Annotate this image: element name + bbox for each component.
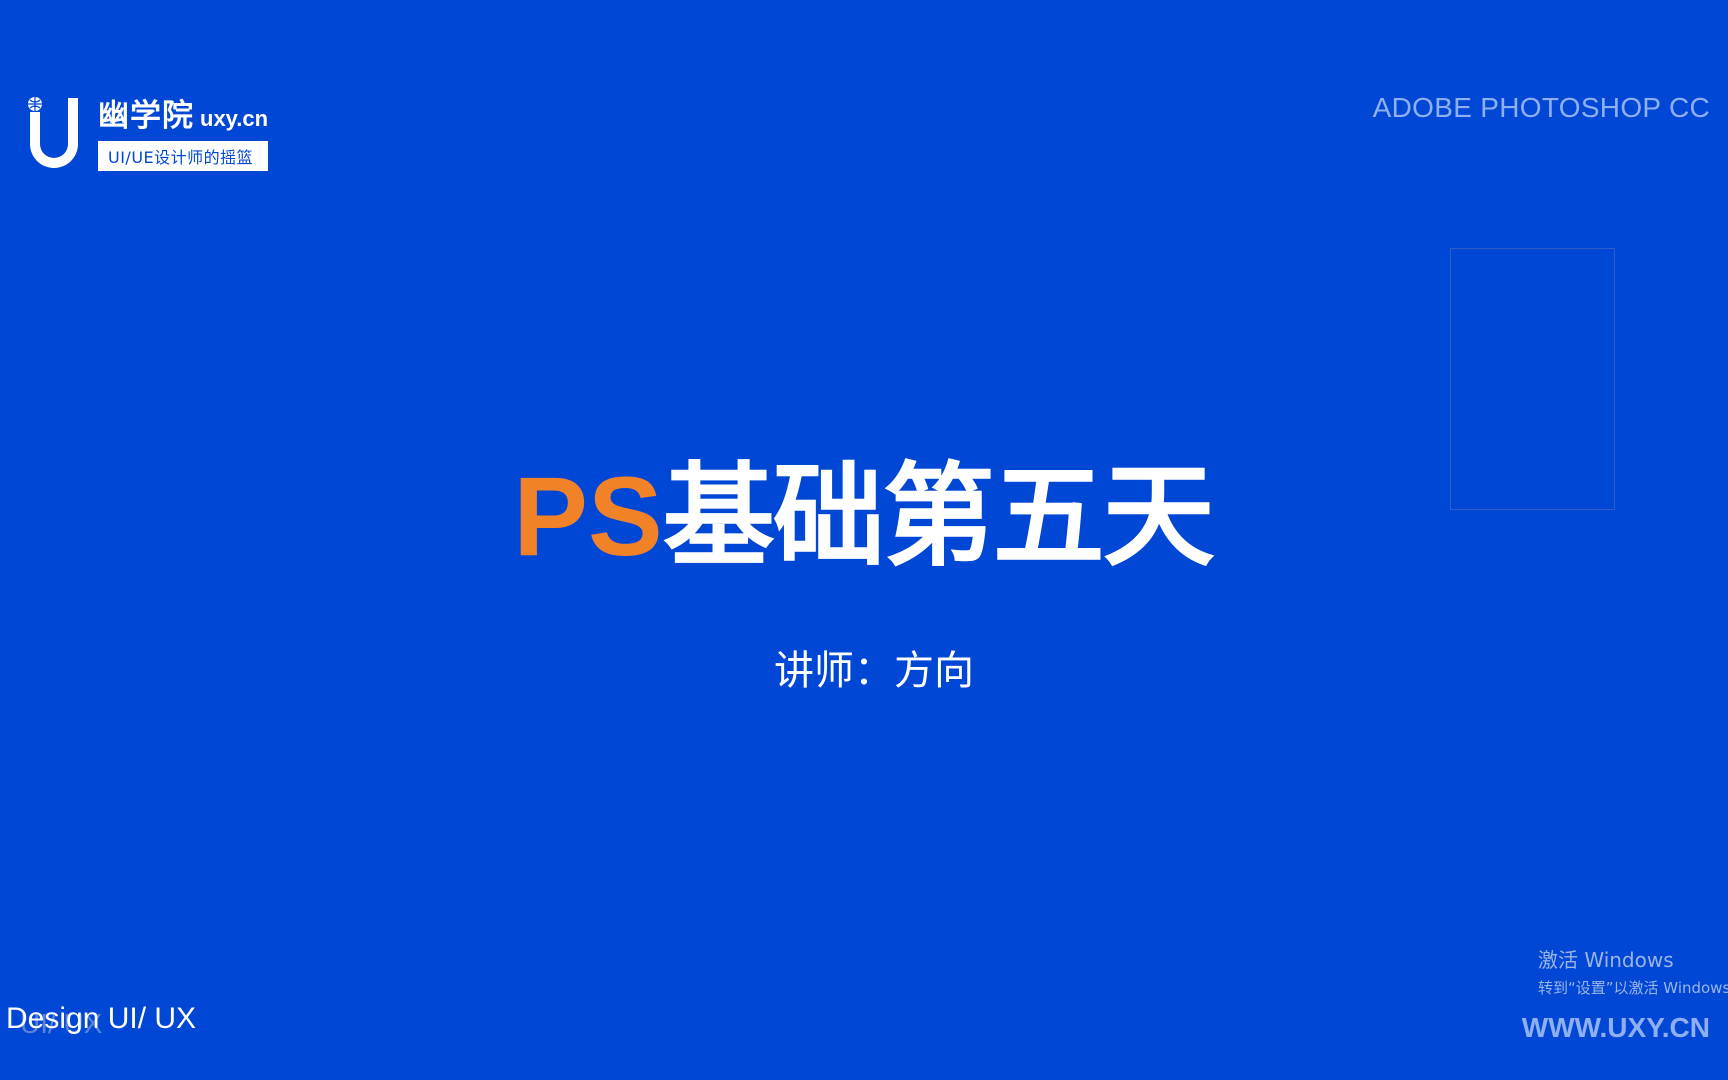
instructor-name: 方向 [894, 648, 974, 694]
logo-name: 幽学院 [98, 98, 194, 134]
footer-left: UI/ UX Design UI/ UX [6, 1002, 196, 1042]
uxy-u-logo-icon [28, 97, 78, 168]
instructor-label: 讲师： [774, 648, 894, 694]
title-wrap: PS基础第五天 [513, 452, 1215, 582]
windows-activation-watermark: 激活 Windows 转到“设置”以激活 Windows。 [1538, 944, 1728, 998]
slide-canvas: 幽学院 uxy.cn UI/UE设计师的摇篮 ADOBE PHOTOSHOP C… [0, 0, 1728, 1080]
activation-title: 激活 Windows [1538, 948, 1674, 972]
brand-logo: 幽学院 uxy.cn UI/UE设计师的摇篮 [24, 90, 269, 172]
instructor-inner: 讲师：方向 [774, 638, 974, 696]
title-prefix: PS [513, 454, 663, 579]
logo-text-group: 幽学院 uxy.cn UI/UE设计师的摇篮 [98, 90, 269, 171]
page-title: PS基础第五天 [0, 452, 1728, 582]
logo-tagline: UI/UE设计师的摇篮 [98, 141, 269, 171]
activation-subtitle: 转到“设置”以激活 Windows。 [1538, 979, 1728, 997]
instructor-line: 讲师：方向 [0, 638, 1728, 696]
logo-domain: uxy.cn [200, 106, 269, 131]
footer-left-text: Design UI/ UX [6, 1002, 197, 1035]
header-product-label: ADOBE PHOTOSHOP CC [1372, 92, 1710, 123]
footer-website: WWW.UXY.CN [1521, 1012, 1710, 1043]
logo-title-row: 幽学院 uxy.cn [98, 90, 268, 135]
title-main: 基础第五天 [662, 452, 1215, 582]
